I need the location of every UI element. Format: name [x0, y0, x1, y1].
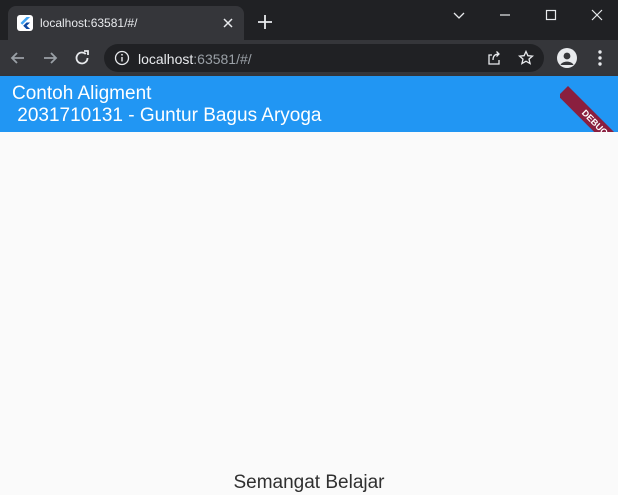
browser-toolbar: localhost:63581/#/ [0, 40, 618, 76]
url-text: localhost:63581/#/ [138, 51, 252, 67]
window-close-icon[interactable] [574, 0, 618, 30]
minimize-icon[interactable] [482, 0, 528, 30]
url-path: :63581/#/ [193, 51, 252, 67]
flutter-icon [17, 15, 33, 31]
app-bar-title: Contoh Aligment 2031710131 - Guntur Bagu… [12, 83, 322, 126]
tab-title: localhost:63581/#/ [40, 16, 138, 30]
maximize-icon[interactable] [528, 0, 574, 30]
app-body: Semangat Belajar [0, 132, 618, 495]
share-icon[interactable] [486, 50, 502, 66]
close-icon[interactable] [220, 15, 236, 31]
debug-banner-label: DEBUG [560, 86, 618, 134]
star-icon[interactable] [517, 49, 535, 66]
profile-icon[interactable] [557, 48, 577, 68]
menu-dots-icon[interactable] [592, 48, 608, 68]
chevron-down-icon[interactable] [436, 0, 482, 30]
info-icon[interactable] [114, 50, 130, 66]
bottom-center-text: Semangat Belajar [233, 472, 385, 493]
browser-titlebar: localhost:63581/#/ [0, 0, 618, 40]
forward-arrow-icon[interactable] [40, 48, 60, 68]
address-bar[interactable]: localhost:63581/#/ [104, 44, 544, 72]
app-bar: Contoh Aligment 2031710131 - Guntur Bagu… [0, 76, 618, 132]
back-arrow-icon[interactable] [8, 48, 28, 68]
new-tab-icon[interactable] [256, 13, 274, 31]
url-host: localhost [138, 51, 194, 67]
debug-banner: DEBUG [560, 76, 618, 134]
reload-icon[interactable] [72, 48, 92, 68]
browser-tab[interactable]: localhost:63581/#/ [8, 6, 244, 40]
